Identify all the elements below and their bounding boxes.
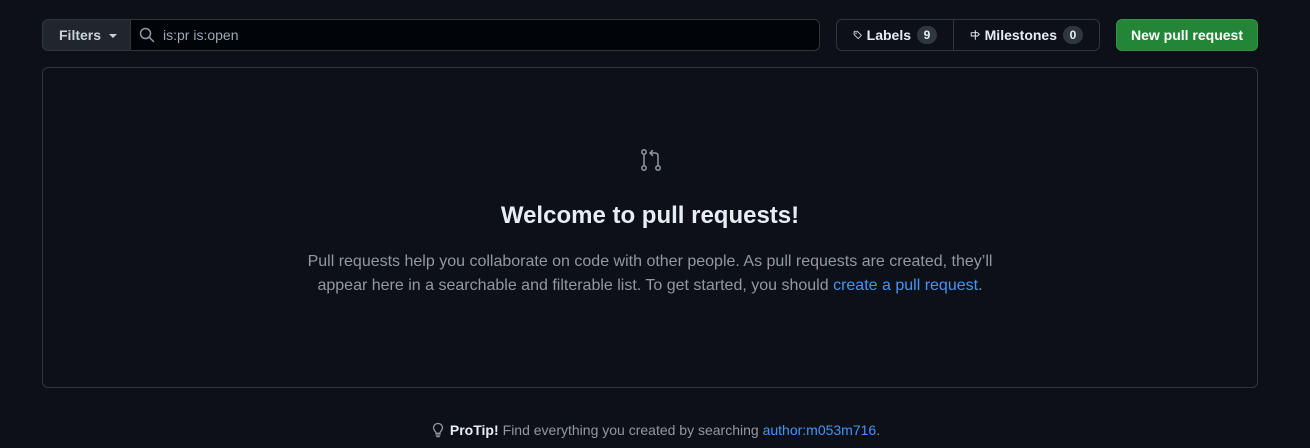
labels-button[interactable]: Labels 9 <box>836 19 954 51</box>
milestones-count-badge: 0 <box>1063 26 1083 44</box>
create-pull-request-link[interactable]: create a pull request <box>833 277 978 294</box>
search-input[interactable] <box>155 20 819 50</box>
protip-label: ProTip! <box>449 422 499 438</box>
new-pull-request-button[interactable]: New pull request <box>1116 19 1258 51</box>
blankslate: Welcome to pull requests! Pull requests … <box>42 67 1258 388</box>
issues-toolbar: Filters Labels 9 Milestones 0 <box>42 19 1258 51</box>
search-icon <box>139 27 155 43</box>
labels-count-badge: 9 <box>917 26 937 44</box>
search-box <box>130 19 820 51</box>
blankslate-title: Welcome to pull requests! <box>500 202 800 229</box>
protip: ProTip! Find everything you created by s… <box>0 422 1310 438</box>
light-bulb-icon <box>432 422 444 438</box>
protip-text: Find everything you created by searching <box>502 422 759 438</box>
filters-label: Filters <box>59 27 102 43</box>
labels-milestones-group: Labels 9 Milestones 0 <box>836 19 1100 51</box>
labels-label: Labels <box>866 27 911 43</box>
author-search-link[interactable]: author:m053m716 <box>763 422 877 438</box>
caret-down-icon <box>109 34 118 38</box>
filter-group: Filters <box>42 19 820 51</box>
blankslate-description: Pull requests help you collaborate on co… <box>293 250 1007 298</box>
milestone-icon <box>970 30 980 40</box>
milestones-button[interactable]: Milestones 0 <box>954 19 1100 51</box>
new-pull-request-label: New pull request <box>1130 27 1244 43</box>
tag-icon <box>853 30 862 40</box>
git-pull-request-icon <box>641 149 661 171</box>
blankslate-description-end: . <box>978 277 983 294</box>
protip-end: . <box>876 422 881 438</box>
filters-button[interactable]: Filters <box>42 19 130 51</box>
milestones-label: Milestones <box>984 27 1057 43</box>
